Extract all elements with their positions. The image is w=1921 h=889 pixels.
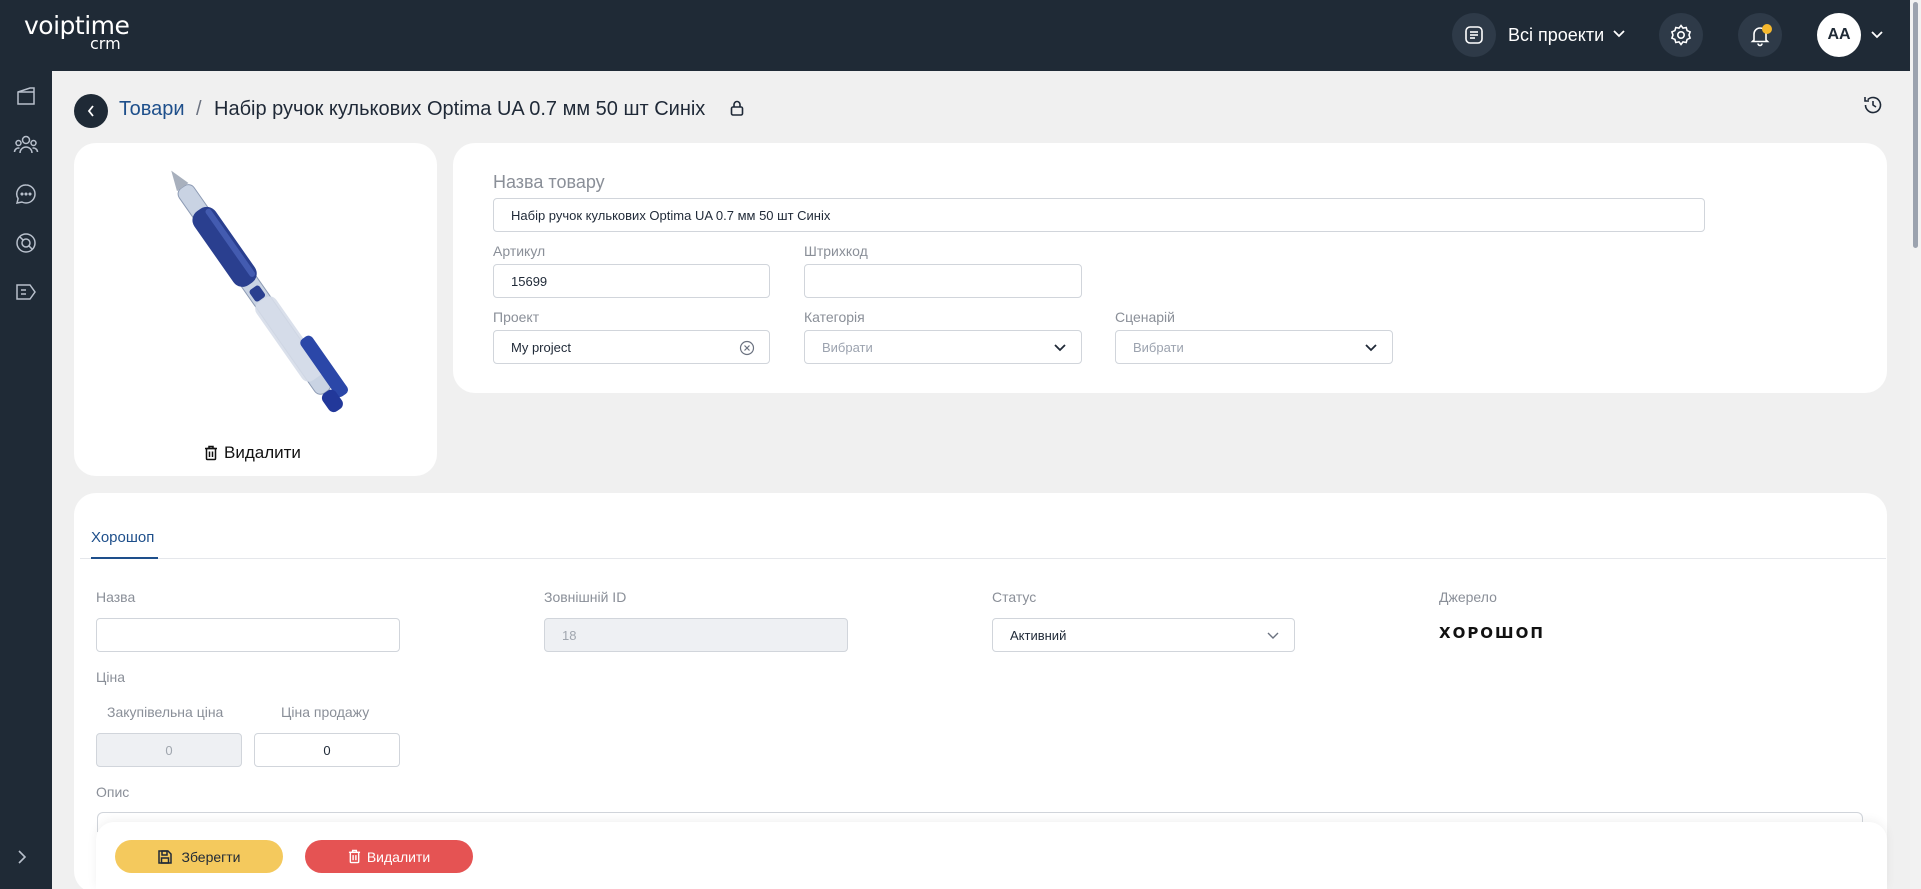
trash-icon xyxy=(348,849,360,864)
delete-button[interactable]: Видалити xyxy=(305,840,473,873)
tab-horoshop[interactable]: Хорошоп xyxy=(91,529,154,546)
notifications-button[interactable] xyxy=(1738,13,1782,57)
scenario-label: Сценарій xyxy=(1115,309,1175,325)
category-placeholder: Вибрати xyxy=(822,339,873,355)
logo-sub-text: crm xyxy=(90,34,121,53)
chevron-left-icon xyxy=(87,105,94,117)
back-button[interactable] xyxy=(74,94,108,128)
scenario-select[interactable]: Вибрати xyxy=(1115,330,1393,364)
floppy-disk-icon xyxy=(158,849,173,864)
projects-list-icon xyxy=(1452,13,1496,57)
sku-label: Артикул xyxy=(493,243,546,259)
delete-image-label: Видалити xyxy=(224,443,301,462)
chevron-down-icon xyxy=(1364,341,1378,356)
category-label: Категорія xyxy=(804,309,865,325)
contacts-book-icon[interactable] xyxy=(13,83,39,109)
status-value: Активний xyxy=(1010,627,1067,643)
external-id-label: Зовнішній ID xyxy=(544,589,627,605)
external-id-input: 18 xyxy=(544,618,848,652)
project-value: My project xyxy=(511,339,571,355)
lock-icon xyxy=(729,99,745,122)
product-name-input[interactable]: Набір ручок кулькових Optima UA 0.7 мм 5… xyxy=(493,198,1705,232)
breadcrumb-separator: / xyxy=(196,98,202,120)
settings-button[interactable] xyxy=(1659,13,1703,57)
category-select[interactable]: Вибрати xyxy=(804,330,1082,364)
product-image-card: Видалити xyxy=(74,143,437,476)
chevron-down-icon xyxy=(1266,629,1280,644)
chevron-down-icon xyxy=(1053,341,1067,356)
history-icon[interactable] xyxy=(1862,94,1884,121)
status-label: Статус xyxy=(992,589,1037,605)
delete-label: Видалити xyxy=(366,848,431,865)
price-label: Ціна xyxy=(96,669,125,685)
chevron-down-icon xyxy=(1612,26,1626,44)
page-scrollbar[interactable] xyxy=(1910,0,1921,889)
top-bar: voiptime crm Всі проекти AA xyxy=(0,0,1910,71)
app-logo[interactable]: voiptime crm xyxy=(24,12,130,54)
scrollbar-thumb[interactable] xyxy=(1913,2,1918,248)
purchase-price-input: 0 xyxy=(96,733,242,767)
integration-name-label: Назва xyxy=(96,589,136,605)
project-label: Проект xyxy=(493,309,540,325)
product-image xyxy=(171,170,348,413)
users-icon[interactable] xyxy=(13,132,39,158)
trash-icon xyxy=(205,445,217,461)
active-tab-indicator xyxy=(91,557,158,559)
source-logo: ХОРОШОП xyxy=(1439,624,1545,642)
save-label: Зберегти xyxy=(181,848,241,865)
chat-icon[interactable] xyxy=(13,181,39,207)
expand-sidebar-icon[interactable] xyxy=(16,849,28,870)
sale-price-label: Ціна продажу xyxy=(281,704,370,720)
save-button[interactable]: Зберегти xyxy=(115,840,283,873)
gear-icon xyxy=(1670,24,1692,46)
projects-label: Всі проекти xyxy=(1508,24,1605,45)
breadcrumb-parent-link[interactable]: Товари xyxy=(119,98,185,121)
source-label: Джерело xyxy=(1439,589,1497,605)
delete-image-button[interactable]: Видалити xyxy=(204,443,301,463)
barcode-label: Штрихкод xyxy=(804,243,868,259)
scenario-placeholder: Вибрати xyxy=(1133,339,1184,355)
sale-price-input[interactable]: 0 xyxy=(254,733,400,767)
status-select[interactable]: Активний xyxy=(992,618,1295,652)
purchase-price-label: Закупівельна ціна xyxy=(107,704,224,720)
support-icon[interactable] xyxy=(13,230,39,256)
projects-selector[interactable]: Всі проекти xyxy=(1452,13,1626,57)
tag-list-icon[interactable] xyxy=(13,279,39,305)
project-select[interactable]: My project xyxy=(493,330,770,364)
tab-divider xyxy=(80,558,1886,559)
integration-name-input[interactable] xyxy=(96,618,400,652)
page-title: Набір ручок кулькових Optima UA 0.7 мм 5… xyxy=(214,98,706,120)
description-label: Опис xyxy=(96,784,130,800)
sku-input[interactable]: 15699 xyxy=(493,264,770,298)
product-name-label: Назва товару xyxy=(493,172,605,192)
avatar[interactable]: AA xyxy=(1817,13,1861,57)
clear-icon[interactable] xyxy=(739,340,755,359)
notification-badge xyxy=(1762,24,1772,34)
sidebar xyxy=(0,71,52,889)
chevron-down-icon[interactable] xyxy=(1870,27,1884,45)
barcode-input[interactable] xyxy=(804,264,1082,298)
